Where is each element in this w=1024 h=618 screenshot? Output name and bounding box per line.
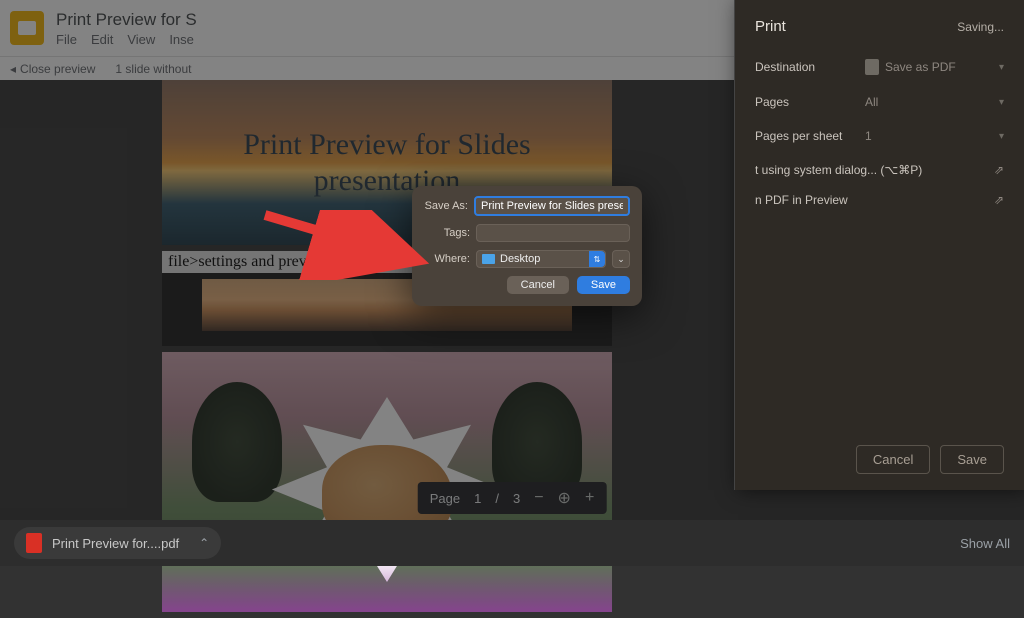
where-value: Desktop <box>500 253 540 265</box>
save-as-input[interactable] <box>474 196 630 216</box>
pps-label: Pages per sheet <box>755 129 865 143</box>
menu-insert[interactable]: Inse <box>169 32 194 47</box>
dialog-cancel-button[interactable]: Cancel <box>507 276 569 294</box>
menu-bar: File Edit View Inse <box>56 32 197 47</box>
slide-info: 1 slide without <box>115 62 191 76</box>
zoom-out-icon[interactable]: − <box>534 489 543 507</box>
chevron-down-icon: ▾ <box>999 131 1004 142</box>
download-bar: Print Preview for....pdf ⌃ Show All <box>0 520 1024 566</box>
external-icon: ⇗ <box>994 193 1004 207</box>
destination-row[interactable]: Destination Save as PDF ▾ <box>755 59 1004 75</box>
slides-logo-icon[interactable] <box>10 11 44 45</box>
save-as-label: Save As: <box>424 200 468 212</box>
document-title[interactable]: Print Preview for S <box>56 10 197 30</box>
tags-input[interactable] <box>476 224 630 242</box>
pages-label: Pages <box>755 95 865 109</box>
pages-value: All <box>865 95 999 109</box>
page-sep: / <box>495 491 499 506</box>
folder-icon <box>482 254 495 264</box>
close-preview-label: Close preview <box>20 62 95 76</box>
page-label: Page <box>430 491 460 506</box>
print-panel-title: Print <box>755 18 786 35</box>
open-preview-label: n PDF in Preview <box>755 193 848 207</box>
pages-per-sheet-row[interactable]: Pages per sheet 1 ▾ <box>755 129 1004 143</box>
chevron-up-icon[interactable]: ⌃ <box>199 536 209 550</box>
pps-value: 1 <box>865 129 999 143</box>
zoom-reset-icon[interactable]: ⊕ <box>558 488 571 508</box>
tags-label: Tags: <box>424 227 470 239</box>
page-current[interactable]: 1 <box>474 491 481 506</box>
download-chip[interactable]: Print Preview for....pdf ⌃ <box>14 527 221 559</box>
external-icon: ⇗ <box>994 163 1004 177</box>
pdf-icon <box>865 59 879 75</box>
save-dialog: Save As: Tags: Where: Desktop ⇅ ⌄ Cancel… <box>412 186 642 306</box>
system-dialog-link[interactable]: t using system dialog... (⌥⌘P) ⇗ <box>755 163 1004 177</box>
open-preview-link[interactable]: n PDF in Preview ⇗ <box>755 193 1004 207</box>
chevron-down-icon: ▾ <box>999 62 1004 73</box>
destination-value: Save as PDF <box>885 60 956 74</box>
print-save-button[interactable]: Save <box>940 445 1004 474</box>
zoom-in-icon[interactable]: + <box>585 489 594 507</box>
print-cancel-button[interactable]: Cancel <box>856 445 930 474</box>
page-controls: Page 1 / 3 − ⊕ + <box>418 482 607 514</box>
print-panel: Print Saving... Destination Save as PDF … <box>734 0 1024 490</box>
menu-edit[interactable]: Edit <box>91 32 113 47</box>
show-all-button[interactable]: Show All <box>960 536 1010 551</box>
menu-file[interactable]: File <box>56 32 77 47</box>
download-filename: Print Preview for....pdf <box>52 536 179 551</box>
print-panel-status: Saving... <box>957 20 1004 34</box>
pdf-file-icon <box>26 533 42 553</box>
updown-icon: ⇅ <box>589 251 605 267</box>
dialog-save-button[interactable]: Save <box>577 276 630 294</box>
destination-label: Destination <box>755 60 865 74</box>
where-dropdown[interactable]: Desktop ⇅ <box>476 250 606 268</box>
menu-view[interactable]: View <box>127 32 155 47</box>
expand-button[interactable]: ⌄ <box>612 250 630 268</box>
close-preview-button[interactable]: ◂ Close preview <box>10 62 95 76</box>
where-label: Where: <box>424 253 470 265</box>
chevron-down-icon: ▾ <box>999 97 1004 108</box>
chevron-left-icon: ◂ <box>10 62 16 76</box>
system-dialog-label: t using system dialog... (⌥⌘P) <box>755 163 922 177</box>
page-total: 3 <box>513 491 520 506</box>
pages-row[interactable]: Pages All ▾ <box>755 95 1004 109</box>
